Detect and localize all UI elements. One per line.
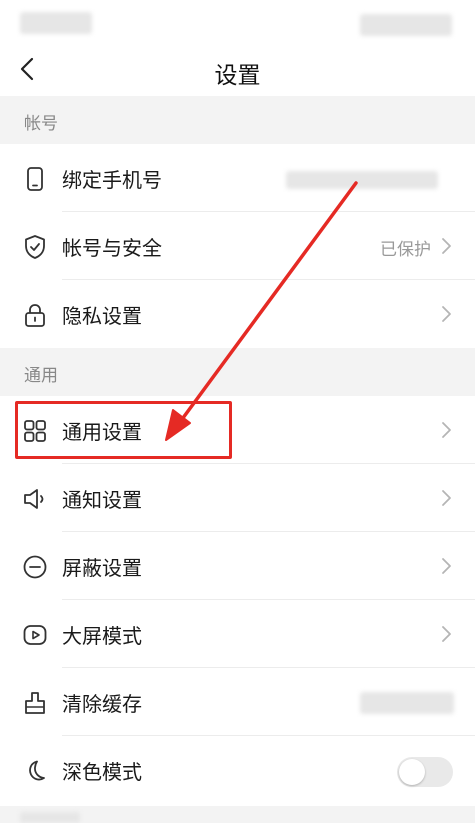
settings-item-privacy[interactable]: 隐私设置 [0, 280, 475, 348]
settings-item-label: 隐私设置 [62, 304, 142, 328]
chevron-right-icon [442, 306, 451, 322]
section-title-account: 帐号 [24, 114, 58, 134]
annotation-highlight-box [15, 401, 232, 459]
shield-check-icon [25, 235, 45, 259]
chevron-right-icon [442, 490, 451, 506]
cache-size-blurred [360, 692, 454, 714]
settings-item-large-screen[interactable]: 大屏模式 [0, 600, 475, 668]
lock-icon [25, 304, 45, 327]
chevron-right-icon [442, 238, 451, 254]
settings-item-label: 通知设置 [62, 488, 142, 512]
section-header-account: 帐号 [0, 96, 475, 144]
block-icon [23, 555, 47, 579]
settings-item-label: 大屏模式 [62, 624, 142, 648]
settings-item-label: 清除缓存 [62, 692, 142, 716]
nav-bar: 设置 [0, 44, 475, 96]
chevron-right-icon [442, 626, 451, 642]
settings-item-label: 帐号与安全 [62, 236, 162, 260]
settings-item-clear-cache[interactable]: 清除缓存 [0, 668, 475, 736]
phone-number-blurred [286, 171, 438, 189]
section-header-general: 通用 [0, 348, 475, 396]
settings-item-dark-mode[interactable]: 深色模式 [0, 736, 475, 806]
broom-icon [25, 692, 45, 714]
settings-item-account-security[interactable]: 帐号与安全 已保护 [0, 212, 475, 280]
status-bar-indicators-blurred [360, 14, 452, 36]
chevron-right-icon [442, 422, 451, 438]
status-bar-time-blurred [20, 12, 92, 34]
settings-item-label: 屏蔽设置 [62, 556, 142, 580]
speaker-icon [24, 489, 44, 509]
toggle-knob [399, 759, 425, 785]
settings-item-block[interactable]: 屏蔽设置 [0, 532, 475, 600]
play-screen-icon [23, 625, 47, 645]
status-bar [0, 0, 475, 44]
bottom-content-blurred [20, 812, 80, 823]
section-title-general: 通用 [24, 366, 58, 386]
settings-item-label: 深色模式 [62, 760, 142, 784]
page-title: 设置 [214, 63, 261, 89]
moon-icon [29, 760, 45, 781]
bottom-strip [0, 806, 475, 823]
settings-item-label: 绑定手机号 [62, 168, 162, 192]
dark-mode-toggle[interactable] [397, 757, 453, 787]
phone-icon [27, 167, 43, 191]
settings-item-notifications[interactable]: 通知设置 [0, 464, 475, 532]
security-status-value: 已保护 [380, 240, 431, 260]
chevron-right-icon [442, 558, 451, 574]
settings-item-bind-phone[interactable]: 绑定手机号 [0, 144, 475, 212]
